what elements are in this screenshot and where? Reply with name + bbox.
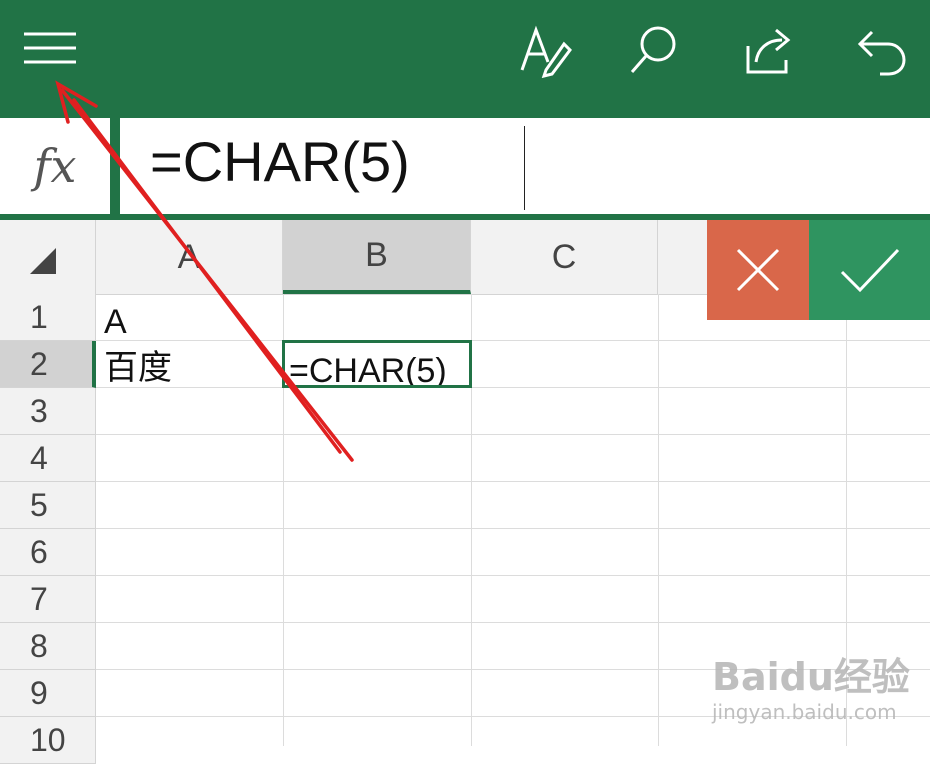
text-caret [524, 126, 525, 210]
gridline [658, 294, 659, 746]
baidu-watermark: Baidu经验 jingyan.baidu.com [712, 646, 922, 736]
cell-a2[interactable]: 百度 [104, 346, 172, 390]
top-toolbar [0, 0, 930, 108]
gridline [96, 340, 930, 341]
check-icon [840, 248, 899, 293]
cell-b2-active[interactable]: =CHAR(5) [282, 340, 472, 388]
formula-bar: fx =CHAR(5) [0, 108, 930, 220]
row-header-7[interactable]: 7 [0, 576, 96, 623]
column-header-a[interactable]: A [96, 220, 283, 294]
gridline [96, 622, 930, 623]
row-header-1[interactable]: 1 [0, 294, 96, 341]
row-header-3[interactable]: 3 [0, 388, 96, 435]
row-header-9[interactable]: 9 [0, 670, 96, 717]
fx-label: fx [33, 139, 77, 193]
row-header-6[interactable]: 6 [0, 529, 96, 576]
cancel-edit-button[interactable] [707, 220, 809, 320]
column-header-c[interactable]: C [471, 220, 658, 294]
column-header-b[interactable]: B [283, 220, 471, 294]
share-icon[interactable] [740, 22, 796, 78]
cell-b2-text: =CHAR(5) [289, 352, 447, 388]
cell-a1[interactable]: A [104, 300, 127, 344]
watermark-logo: Baidu经验 [712, 655, 910, 699]
gridline [96, 575, 930, 576]
fx-button[interactable]: fx [0, 118, 110, 214]
gridline [96, 434, 930, 435]
menu-icon[interactable] [22, 22, 78, 78]
format-text-icon[interactable] [516, 22, 572, 79]
gridline [96, 387, 930, 388]
undo-icon[interactable] [854, 22, 910, 78]
row-header-8[interactable]: 8 [0, 623, 96, 670]
confirm-edit-button[interactable] [809, 220, 930, 320]
row-header-10[interactable]: 10 [0, 717, 96, 764]
gridline [96, 528, 930, 529]
close-icon [736, 248, 780, 292]
row-header-2[interactable]: 2 [0, 341, 96, 388]
formula-text: =CHAR(5) [150, 130, 410, 193]
watermark-url: jingyan.baidu.com [712, 700, 897, 724]
gridline [96, 481, 930, 482]
row-header-4[interactable]: 4 [0, 435, 96, 482]
search-icon[interactable] [626, 22, 682, 78]
formula-input[interactable]: =CHAR(5) [120, 118, 930, 214]
row-header-5[interactable]: 5 [0, 482, 96, 529]
select-all-corner[interactable] [0, 220, 96, 294]
